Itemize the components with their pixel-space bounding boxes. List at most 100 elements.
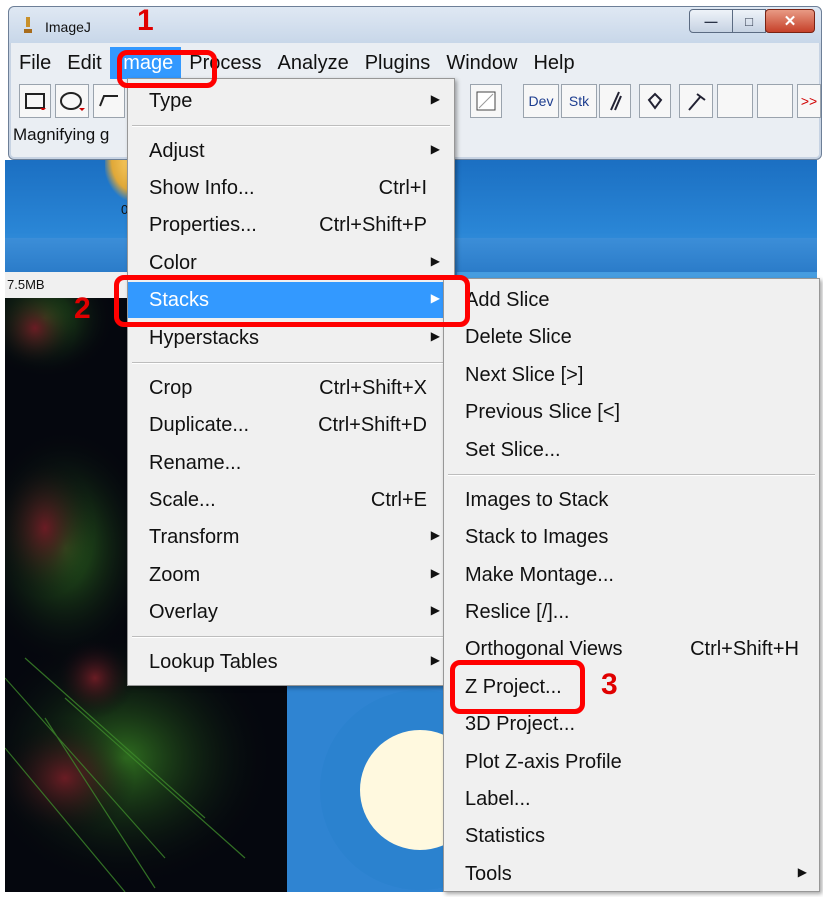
rectangle-tool-button[interactable] bbox=[19, 84, 51, 118]
menu-item-lookup-tables[interactable]: Lookup Tables ▶ bbox=[128, 644, 454, 680]
menu-item-duplicate[interactable]: Duplicate... Ctrl+Shift+D bbox=[128, 407, 454, 443]
menu-item-label: Scale... bbox=[149, 489, 216, 511]
menu-item-zoom[interactable]: Zoom ▶ bbox=[128, 557, 454, 593]
microscope-icon bbox=[24, 17, 32, 33]
menu-item-rename[interactable]: Rename... bbox=[128, 445, 454, 481]
menu-item-transform[interactable]: Transform ▶ bbox=[128, 519, 454, 555]
submenu-item-label: Set Slice... bbox=[465, 439, 561, 461]
menu-item-label: Color bbox=[149, 252, 197, 274]
submenu-item-previous-slice[interactable]: Previous Slice [<] bbox=[444, 394, 819, 430]
empty-tool-slot[interactable] bbox=[717, 84, 753, 118]
minimize-icon: — bbox=[704, 13, 718, 29]
picker-icon bbox=[688, 93, 706, 111]
submenu-item-make-montage[interactable]: Make Montage... bbox=[444, 557, 819, 593]
submenu-item-label: Previous Slice [<] bbox=[465, 401, 621, 423]
more-tools-button[interactable]: >> bbox=[797, 84, 821, 118]
menu-item-scale[interactable]: Scale... Ctrl+E bbox=[128, 482, 454, 518]
pencil-icon bbox=[610, 91, 622, 111]
menu-item-properties[interactable]: Properties... Ctrl+Shift+P bbox=[128, 207, 454, 243]
menu-edit[interactable]: Edit bbox=[59, 47, 109, 79]
submenu-item-reslice[interactable]: Reslice [/]... bbox=[444, 594, 819, 630]
menu-item-shortcut: Ctrl+I bbox=[378, 177, 427, 199]
close-icon: ✕ bbox=[783, 13, 797, 30]
maximize-button[interactable]: □ bbox=[732, 9, 766, 33]
submenu-item-tools[interactable]: Tools ▶ bbox=[444, 856, 819, 892]
annotation-box-3 bbox=[450, 660, 585, 714]
submenu-item-stack-to-images[interactable]: Stack to Images bbox=[444, 519, 819, 555]
menu-item-crop[interactable]: Crop Ctrl+Shift+X bbox=[128, 370, 454, 406]
menu-item-label: Overlay bbox=[149, 601, 218, 623]
submenu-item-label: Statistics bbox=[465, 825, 546, 847]
submenu-item-delete-slice[interactable]: Delete Slice bbox=[444, 319, 819, 355]
menu-item-adjust[interactable]: Adjust ▶ bbox=[128, 133, 454, 169]
minimize-button[interactable]: — bbox=[689, 9, 733, 33]
submenu-item-label: 3D Project... bbox=[465, 713, 576, 735]
menu-item-label: Transform bbox=[149, 526, 240, 548]
submenu-item-statistics[interactable]: Statistics bbox=[444, 818, 819, 854]
menu-file[interactable]: File bbox=[11, 47, 59, 79]
empty-tool-slot-2[interactable] bbox=[757, 84, 793, 118]
dev-menu-icon: Dev bbox=[528, 93, 554, 109]
submenu-item-plot-z-axis-profile[interactable]: Plot Z-axis Profile bbox=[444, 744, 819, 780]
submenu-item-label: Stack to Images bbox=[465, 526, 609, 548]
menu-window[interactable]: Window bbox=[438, 47, 525, 79]
menu-item-shortcut: Ctrl+Shift+P bbox=[319, 214, 427, 236]
menu-separator bbox=[132, 125, 450, 127]
submenu-item-label: Make Montage... bbox=[465, 564, 614, 586]
menu-separator bbox=[448, 474, 815, 476]
submenu-item-add-slice[interactable]: Add Slice bbox=[444, 282, 819, 318]
image-menu-dropdown: Type ▶ Adjust ▶ Show Info... Ctrl+I Propert… bbox=[127, 78, 455, 686]
submenu-item-images-to-stack[interactable]: Images to Stack bbox=[444, 482, 819, 518]
pencil-tool-button[interactable] bbox=[599, 84, 631, 118]
submenu-item-label: Label... bbox=[465, 788, 531, 810]
maximize-icon: □ bbox=[745, 13, 753, 29]
submenu-arrow-icon: ▶ bbox=[430, 92, 440, 106]
submenu-item-shortcut: Ctrl+Shift+H bbox=[690, 638, 799, 660]
submenu-item-label: Orthogonal Views bbox=[465, 638, 623, 660]
title-bar[interactable]: ImageJ — □ ✕ bbox=[9, 7, 821, 43]
menu-separator bbox=[132, 636, 450, 638]
close-button[interactable]: ✕ bbox=[765, 9, 815, 33]
menu-item-overlay[interactable]: Overlay ▶ bbox=[128, 594, 454, 630]
more-tools-icon: >> bbox=[800, 93, 818, 109]
annotation-number-1: 1 bbox=[137, 4, 154, 37]
submenu-item-label: Tools bbox=[465, 863, 512, 885]
menu-item-label: Type bbox=[149, 90, 193, 112]
menu-item-shortcut: Ctrl+Shift+X bbox=[319, 377, 427, 399]
blank-tool-icon bbox=[476, 91, 496, 111]
submenu-arrow-icon: ▶ bbox=[430, 528, 440, 542]
menu-item-label: Rename... bbox=[149, 452, 242, 474]
dev-menu-button[interactable]: Dev bbox=[523, 84, 559, 118]
menu-item-shortcut: Ctrl+E bbox=[370, 489, 427, 511]
submenu-arrow-icon: ▶ bbox=[430, 653, 440, 667]
annotation-box-2 bbox=[114, 275, 470, 327]
menu-item-show-info[interactable]: Show Info... Ctrl+I bbox=[128, 170, 454, 206]
window-title: ImageJ bbox=[45, 19, 91, 35]
annotation-box-1 bbox=[117, 50, 217, 88]
oval-tool-icon bbox=[60, 92, 85, 111]
submenu-item-set-slice[interactable]: Set Slice... bbox=[444, 432, 819, 468]
submenu-arrow-icon: ▶ bbox=[797, 865, 807, 879]
submenu-item-label-item[interactable]: Label... bbox=[444, 781, 819, 817]
stk-menu-button[interactable]: Stk bbox=[561, 84, 597, 118]
menu-item-label: Hyperstacks bbox=[149, 327, 260, 349]
oval-tool-button[interactable] bbox=[55, 84, 89, 118]
submenu-item-label: Images to Stack bbox=[465, 489, 609, 511]
submenu-item-label: Add Slice bbox=[465, 289, 550, 311]
menu-plugins[interactable]: Plugins bbox=[357, 47, 439, 79]
polygon-tool-button[interactable] bbox=[93, 84, 125, 118]
rectangle-tool-icon bbox=[25, 93, 46, 110]
submenu-item-label: Reslice [/]... bbox=[465, 601, 570, 623]
blank-tool-button[interactable] bbox=[470, 84, 502, 118]
submenu-arrow-icon: ▶ bbox=[430, 329, 440, 343]
polygon-tool-icon bbox=[99, 95, 118, 107]
picker-tool-button[interactable] bbox=[679, 84, 713, 118]
brush-tool-button[interactable] bbox=[639, 84, 671, 118]
submenu-item-label: Plot Z-axis Profile bbox=[465, 751, 622, 773]
menu-item-type[interactable]: Type ▶ bbox=[128, 83, 454, 119]
menu-help[interactable]: Help bbox=[525, 47, 582, 79]
menu-analyze[interactable]: Analyze bbox=[270, 47, 357, 79]
menu-item-label: Show Info... bbox=[149, 177, 255, 199]
submenu-arrow-icon: ▶ bbox=[430, 603, 440, 617]
submenu-item-next-slice[interactable]: Next Slice [>] bbox=[444, 357, 819, 393]
